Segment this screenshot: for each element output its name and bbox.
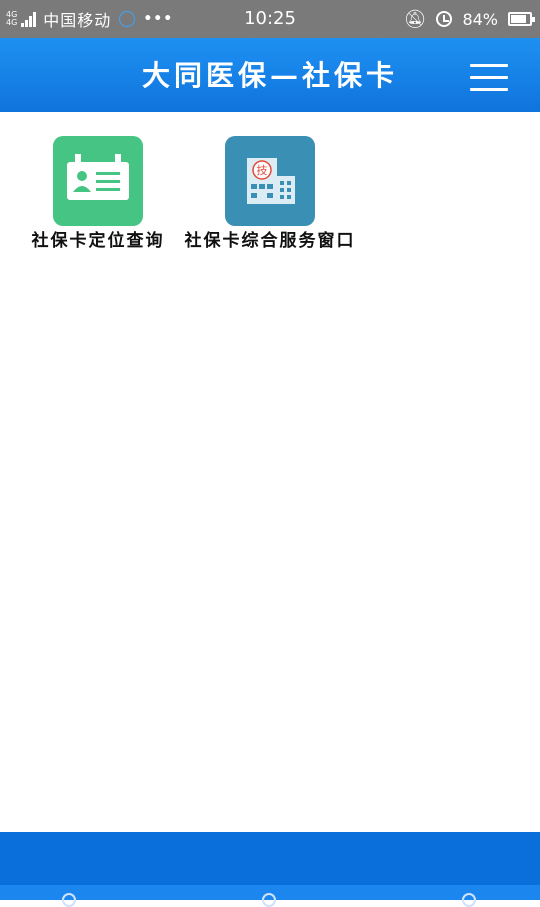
hamburger-icon-line-1 — [470, 64, 508, 67]
battery-fill — [511, 15, 527, 23]
app-header: 大同医保—社保卡 — [0, 38, 540, 112]
mute-icon: 🔕︎ — [403, 8, 427, 30]
status-bar: 4G 4G 中国移动 ••• 10:25 🔕︎ 84% — [0, 0, 540, 38]
nav-globe-icon[interactable] — [262, 893, 276, 907]
id-card-icon — [53, 136, 143, 226]
tile-label: 社保卡定位查询 — [31, 231, 165, 251]
main-content: 社保卡定位查询 技 社保卡综合服务窗口 — [0, 112, 540, 832]
menu-button[interactable] — [470, 62, 508, 94]
battery-icon — [508, 12, 535, 26]
battery-percent: 84% — [462, 9, 498, 29]
nav-user-icon[interactable] — [462, 893, 476, 907]
hamburger-icon-line-3 — [470, 88, 508, 91]
tile-card-location-query[interactable]: 社保卡定位查询 — [8, 136, 188, 252]
tile-card-service-window[interactable]: 技 社保卡综合服务窗口 — [180, 136, 360, 252]
alarm-icon — [436, 11, 453, 27]
tile-label: 社保卡综合服务窗口 — [184, 231, 356, 251]
svg-text:技: 技 — [257, 164, 268, 177]
bottom-bar — [0, 832, 540, 907]
page-title: 大同医保—社保卡 — [141, 59, 398, 92]
nav-home-icon[interactable] — [62, 893, 76, 907]
building-icon: 技 — [225, 136, 315, 226]
status-right: 🔕︎ 84% — [403, 0, 535, 38]
hamburger-icon-line-2 — [470, 76, 508, 79]
